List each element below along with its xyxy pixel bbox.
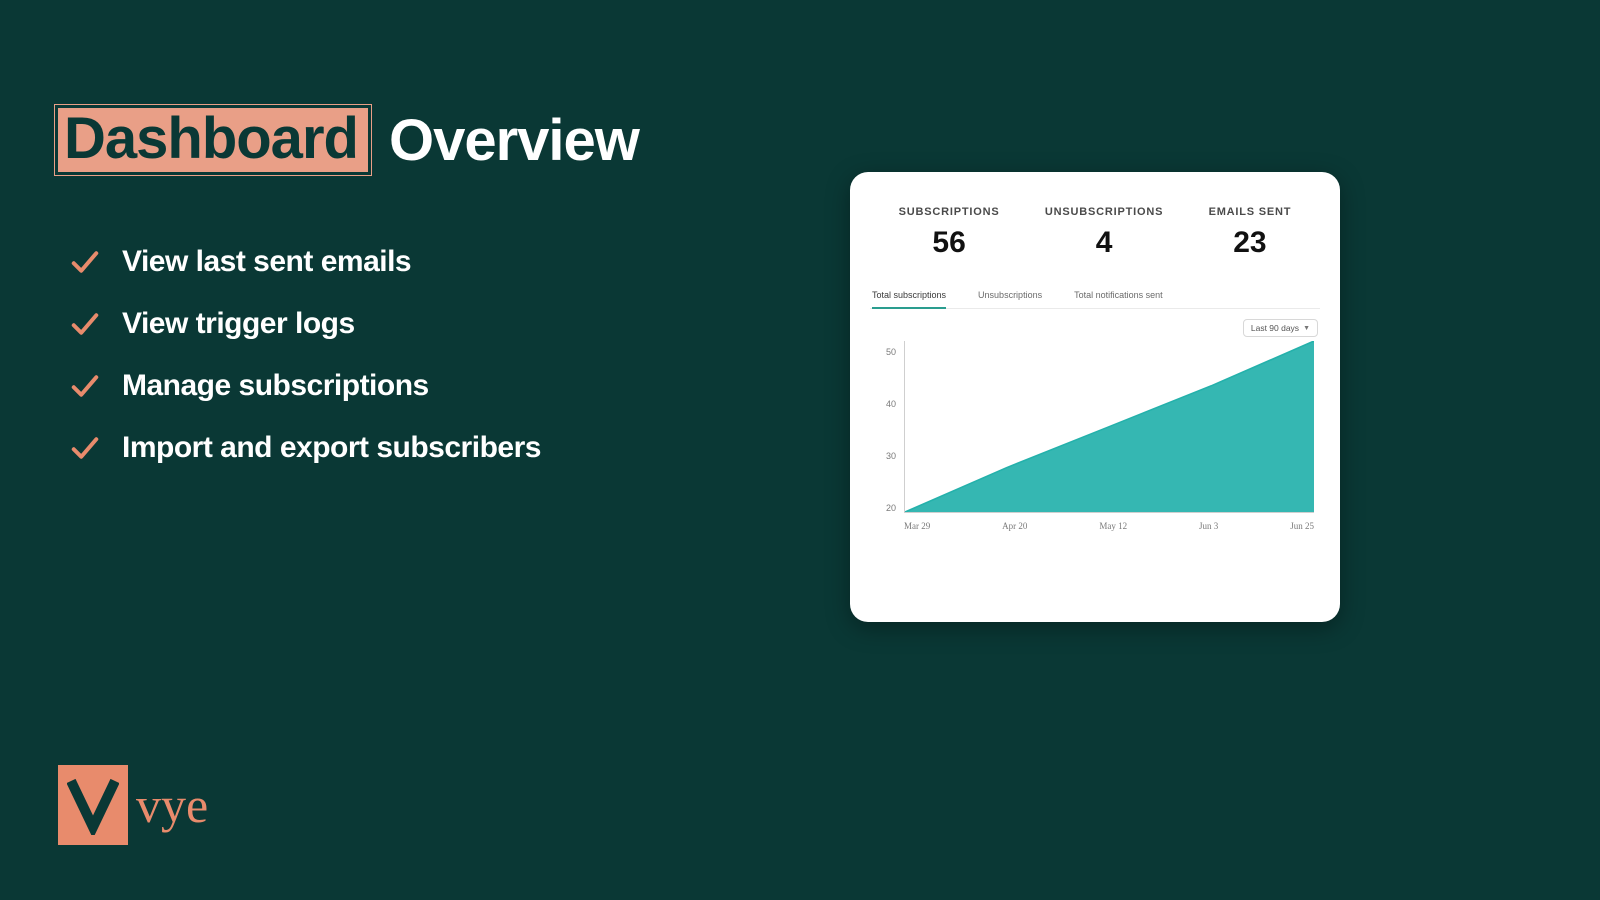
chevron-down-icon: ▼	[1303, 325, 1310, 332]
feature-item: View trigger logs	[70, 307, 541, 341]
dashboard-card: SUBSCRIPTIONS 56 UNSUBSCRIPTIONS 4 EMAIL…	[850, 172, 1340, 622]
check-icon	[70, 371, 100, 401]
x-tick: Jun 3	[1199, 521, 1218, 531]
feature-item: Manage subscriptions	[70, 369, 541, 403]
tab-total-notifications-sent[interactable]: Total notifications sent	[1074, 284, 1163, 308]
chart: 50 40 30 20 Mar 29 Apr 20 May 12 Jun 3 Jun 25	[870, 341, 1320, 541]
feature-item: Import and export subscribers	[70, 431, 541, 465]
logo-text: vye	[136, 776, 208, 834]
feature-label: Manage subscriptions	[122, 369, 429, 403]
chart-y-axis: 50 40 30 20	[870, 341, 900, 513]
stat-label: EMAILS SENT	[1209, 206, 1292, 218]
stat-label: UNSUBSCRIPTIONS	[1045, 206, 1163, 218]
stat-unsubscriptions: UNSUBSCRIPTIONS 4	[1045, 206, 1163, 260]
x-tick: Apr 20	[1002, 521, 1027, 531]
x-tick: Jun 25	[1290, 521, 1314, 531]
brand-logo: vye	[58, 765, 208, 845]
stats-row: SUBSCRIPTIONS 56 UNSUBSCRIPTIONS 4 EMAIL…	[876, 206, 1314, 260]
feature-label: Import and export subscribers	[122, 431, 541, 465]
stat-label: SUBSCRIPTIONS	[899, 206, 1000, 218]
check-icon	[70, 433, 100, 463]
stat-value: 23	[1209, 226, 1292, 260]
stat-emails-sent: EMAILS SENT 23	[1209, 206, 1292, 260]
y-tick: 40	[886, 399, 896, 409]
tab-total-subscriptions[interactable]: Total subscriptions	[872, 284, 946, 308]
y-tick: 30	[886, 451, 896, 461]
feature-list: View last sent emails View trigger logs …	[70, 245, 541, 465]
chart-x-axis: Mar 29 Apr 20 May 12 Jun 3 Jun 25	[904, 521, 1314, 531]
check-icon	[70, 247, 100, 277]
feature-label: View last sent emails	[122, 245, 411, 279]
range-label: Last 90 days	[1251, 323, 1299, 333]
stat-value: 56	[899, 226, 1000, 260]
slide: Dashboard Overview View last sent emails…	[0, 0, 1600, 900]
page-title: Dashboard Overview	[55, 105, 639, 175]
y-tick: 20	[886, 503, 896, 513]
feature-label: View trigger logs	[122, 307, 355, 341]
title-rest: Overview	[389, 107, 639, 174]
check-icon	[70, 309, 100, 339]
stat-subscriptions: SUBSCRIPTIONS 56	[899, 206, 1000, 260]
stat-value: 4	[1045, 226, 1163, 260]
y-tick: 50	[886, 347, 896, 357]
logo-badge-icon	[58, 765, 128, 845]
title-highlight: Dashboard	[55, 105, 371, 175]
x-tick: Mar 29	[904, 521, 930, 531]
range-row: Last 90 days ▼	[870, 319, 1318, 337]
chart-tabs: Total subscriptions Unsubscriptions Tota…	[870, 284, 1320, 309]
date-range-dropdown[interactable]: Last 90 days ▼	[1243, 319, 1318, 337]
chart-plot-area	[904, 341, 1314, 513]
tab-unsubscriptions[interactable]: Unsubscriptions	[978, 284, 1042, 308]
feature-item: View last sent emails	[70, 245, 541, 279]
x-tick: May 12	[1099, 521, 1127, 531]
